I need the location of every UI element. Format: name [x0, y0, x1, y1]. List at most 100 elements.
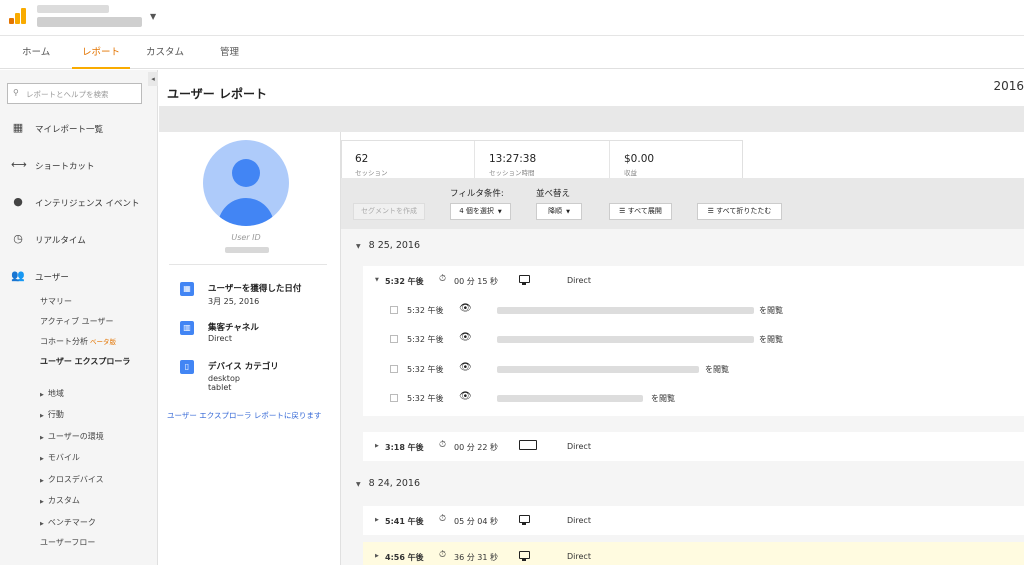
collapse-sidebar-button[interactable]: ◂: [148, 72, 158, 86]
tab-reports[interactable]: レポート: [72, 37, 130, 69]
sidebar-item-intelligence[interactable]: ● インテリジェンス イベント: [0, 190, 158, 216]
filter-select[interactable]: 4 個を選択 ▼: [450, 203, 511, 220]
page-title-redacted: [497, 336, 754, 343]
channel-value: Direct: [208, 334, 232, 343]
acquired-title: ユーザーを獲得した日付: [208, 284, 302, 294]
search-input[interactable]: ⚲ レポートとヘルプを検索: [7, 83, 142, 104]
calendar-icon: ▦: [180, 282, 194, 296]
caret-right-icon: ▶: [375, 443, 379, 449]
sidebar-sub-crossdevice[interactable]: ▶ クロスデバイス: [40, 474, 104, 485]
shortcut-arrows-icon: ⟷: [11, 158, 27, 171]
list-icon: ☰: [707, 207, 714, 215]
sidebar-sub-geo[interactable]: ▶ 地域: [40, 388, 64, 399]
hit-row[interactable]: 5:32 午後 👁 を閲覧: [363, 354, 1024, 383]
caret-right-icon: ▶: [40, 499, 44, 505]
hit-row[interactable]: 5:32 午後 👁 を閲覧: [363, 295, 1024, 324]
device-value: desktop: [208, 374, 240, 383]
session-duration: 36 分 31 秒: [454, 553, 498, 562]
device-value: tablet: [208, 383, 232, 392]
caret-right-icon: ▶: [375, 553, 379, 559]
session-collapsed-highlighted: ▶ 4:56 午後 ⏱ 36 分 31 秒 Direct: [363, 542, 1024, 565]
grid-icon: ▦: [12, 121, 24, 134]
session-channel: Direct: [567, 442, 591, 451]
session-row[interactable]: ▶ 5:41 午後 ⏱ 05 分 04 秒 Direct: [363, 506, 1024, 535]
tab-admin[interactable]: 管理: [212, 37, 247, 69]
date-label: 8 24, 2016: [368, 478, 420, 489]
eye-icon: 👁: [459, 391, 472, 402]
sidebar-sub-mobile[interactable]: ▶ モバイル: [40, 452, 80, 463]
create-segment-button[interactable]: セグメントを作成: [353, 203, 425, 220]
expand-list-icon: ☰: [619, 207, 626, 215]
date-range-selector[interactable]: 2016: [993, 79, 1024, 93]
tab-custom[interactable]: カスタム: [138, 37, 192, 69]
hit-checkbox[interactable]: [390, 335, 398, 343]
stat-label: セッション: [355, 169, 388, 177]
sort-select-value: 降順: [548, 207, 563, 215]
sidebar-item-label: インテリジェンス イベント: [35, 199, 140, 209]
sidebar-sub-label: モバイル: [47, 453, 80, 462]
sidebar-item-my-reports[interactable]: ▦ マイレポート一覧: [0, 116, 158, 142]
session-time: 5:41 午後: [385, 517, 424, 526]
caret-right-icon: ▶: [40, 413, 44, 419]
chevron-down-icon[interactable]: ▼: [150, 12, 156, 21]
hit-row[interactable]: 5:32 午後 👁 を閲覧: [363, 383, 1024, 412]
chevron-down-icon: ▼: [497, 209, 502, 215]
date-header[interactable]: ▼ 8 25, 2016: [356, 240, 420, 251]
chevron-down-icon: ▼: [566, 209, 570, 215]
sidebar-sub-benchmark[interactable]: ▶ ベンチマーク: [40, 517, 96, 528]
hit-action: を閲覧: [759, 306, 783, 315]
analytics-logo-icon[interactable]: [9, 8, 27, 24]
session-channel: Direct: [567, 552, 591, 561]
expand-all-button[interactable]: ☰ すべて展開: [609, 203, 672, 220]
session-expanded: ▼ 5:32 午後 ⏱ 00 分 15 秒 Direct 5:32 午後 👁 を…: [363, 266, 1024, 416]
sidebar-sub-label: 行動: [47, 410, 64, 419]
hit-row[interactable]: 5:32 午後 👁 を閲覧: [363, 324, 1024, 353]
session-collapsed: ▶ 3:18 午後 ⏱ 00 分 22 秒 Direct: [363, 432, 1024, 461]
caret-down-icon: ▼: [356, 243, 361, 250]
back-to-explorer-link[interactable]: ユーザー エクスプローラ レポートに戻ります: [167, 410, 321, 421]
sidebar-sub-environment[interactable]: ▶ ユーザーの環境: [40, 431, 104, 442]
sidebar-sub-custom[interactable]: ▶ カスタム: [40, 495, 80, 506]
sidebar-item-audience[interactable]: 👥 ユーザー: [0, 264, 158, 290]
hit-time: 5:32 午後: [407, 335, 444, 344]
search-placeholder: レポートとヘルプを検索: [26, 90, 109, 99]
tab-home[interactable]: ホーム: [14, 37, 58, 69]
tablet-icon: [519, 440, 537, 450]
hit-action: を閲覧: [651, 394, 675, 403]
sidebar-sub-summary[interactable]: サマリー: [40, 296, 72, 307]
search-icon: ⚲: [13, 88, 19, 97]
sidebar-sub-behavior[interactable]: ▶ 行動: [40, 409, 64, 420]
sort-label: 並べ替え: [536, 189, 571, 199]
caret-down-icon: ▼: [356, 481, 361, 488]
session-time: 3:18 午後: [385, 443, 424, 452]
channel-title: 集客チャネル: [208, 323, 259, 333]
property-name-redacted[interactable]: [37, 17, 142, 27]
sort-select[interactable]: 降順 ▼: [536, 203, 582, 220]
session-row[interactable]: ▼ 5:32 午後 ⏱ 00 分 15 秒 Direct: [363, 266, 1024, 295]
sidebar-item-label: ユーザー: [35, 273, 69, 283]
session-duration: 00 分 15 秒: [454, 277, 498, 286]
collapse-all-label: すべて折りたたむ: [716, 207, 772, 215]
sidebar-sub-user-flow[interactable]: ユーザーフロー: [40, 537, 95, 548]
sidebar-sub-cohort[interactable]: コホート分析 ベータ版: [40, 336, 116, 347]
date-header[interactable]: ▼ 8 24, 2016: [356, 478, 420, 489]
sidebar-sub-user-explorer[interactable]: ユーザー エクスプローラ: [40, 356, 140, 367]
activity-timeline: ▼ 8 25, 2016 ▼ 5:32 午後 ⏱ 00 分 15 秒 Direct…: [341, 229, 1024, 565]
sidebar-item-realtime[interactable]: ◷ リアルタイム: [0, 227, 158, 253]
session-row[interactable]: ▶ 3:18 午後 ⏱ 00 分 22 秒 Direct: [363, 432, 1024, 461]
session-row[interactable]: ▶ 4:56 午後 ⏱ 36 分 31 秒 Direct: [363, 542, 1024, 565]
summary-stats: 62 セッション 13:27:38 セッション時間 $0.00 収益: [341, 140, 743, 179]
account-name-redacted[interactable]: [37, 5, 109, 13]
activity-panel: 62 セッション 13:27:38 セッション時間 $0.00 収益 フィルタ条…: [341, 132, 1024, 565]
sidebar-sub-active-users[interactable]: アクティブ ユーザー: [40, 316, 114, 327]
sidebar-item-shortcuts[interactable]: ⟷ ショートカット: [0, 153, 158, 179]
hit-checkbox[interactable]: [390, 394, 398, 402]
timer-icon: ⏱: [439, 550, 447, 560]
hit-checkbox[interactable]: [390, 306, 398, 314]
hit-checkbox[interactable]: [390, 365, 398, 373]
people-icon: 👥: [11, 269, 25, 282]
session-duration: 00 分 22 秒: [454, 443, 498, 452]
sidebar-sub-label: カスタム: [47, 496, 80, 505]
collapse-all-button[interactable]: ☰ すべて折りたたむ: [697, 203, 782, 220]
sidebar-sub-label: クロスデバイス: [47, 475, 104, 484]
